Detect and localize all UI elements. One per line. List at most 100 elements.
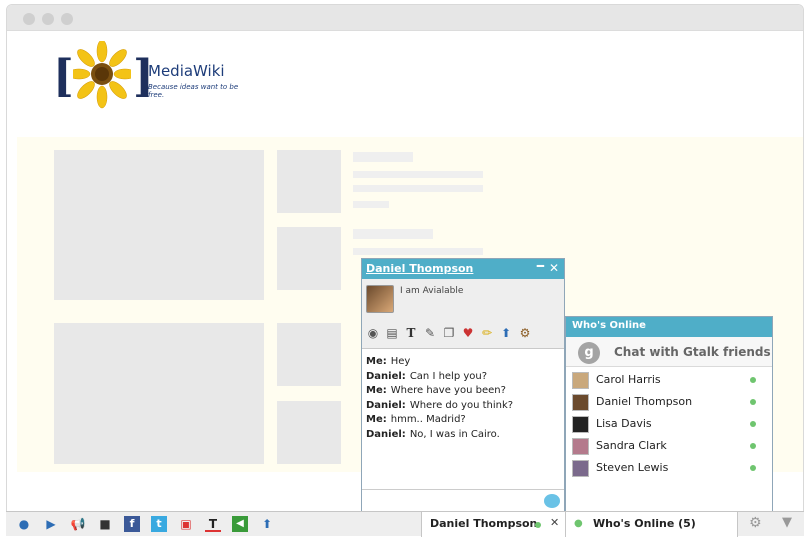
message-sender: Me: <box>366 356 387 367</box>
message-text: Can I help you? <box>409 370 488 382</box>
message-sender: Daniel: <box>366 399 406 411</box>
user-online-icon: ● <box>574 518 583 529</box>
media-icon[interactable]: ▶ <box>43 516 59 532</box>
friend-name: Sandra Clark <box>596 439 667 452</box>
chat-message: Daniel: No, I was in Cairo. <box>366 428 560 443</box>
whos-online-header[interactable]: Who's Online <box>566 317 772 337</box>
avatar <box>572 416 589 433</box>
chat-header[interactable]: Daniel Thompson ━ ✕ <box>362 259 564 279</box>
chat-tab-label: Daniel Thompson <box>430 517 538 530</box>
sunflower-icon <box>73 41 131 109</box>
chat-messages: Me: Hey Daniel: Can I help you? Me: Where h… <box>362 349 564 448</box>
message-text: Hey <box>390 356 411 367</box>
message-text: Where do you think? <box>409 399 514 411</box>
send-bubble-icon[interactable] <box>544 494 560 508</box>
placeholder-line <box>353 248 483 255</box>
globe-icon[interactable]: ● <box>16 516 32 532</box>
minimize-icon[interactable]: ━ <box>537 259 544 273</box>
chat-tab[interactable]: Daniel Thompson ✕ <box>421 512 566 537</box>
space-invader-icon[interactable]: ■ <box>97 516 113 532</box>
chat-message: Daniel: Where do you think? <box>366 399 560 414</box>
bottom-bar: ● ▶ 📢 ■ f t ▣ T ◀ ⬆ Daniel Thompson ✕ ● … <box>6 511 804 537</box>
logo-bracket-left: [ <box>53 51 74 102</box>
window-zoom-dot[interactable] <box>61 13 73 25</box>
chat-status-message: I am Avialable <box>400 286 464 296</box>
whos-online-panel: Who's Online g Chat with Gtalk friends C… <box>565 316 773 512</box>
share-icon[interactable]: ◀ <box>232 516 248 532</box>
avatar <box>572 438 589 455</box>
window-titlebar <box>7 5 803 31</box>
google-icon: g <box>578 342 600 364</box>
placeholder-block <box>54 150 264 300</box>
chat-toolbar: ◉ ▤ T ✎ ❐ ♥ ✏ ⬆ ⚙ <box>365 325 533 343</box>
friend-item[interactable]: Daniel Thompson <box>566 391 772 413</box>
friend-item[interactable]: Carol Harris <box>566 369 772 391</box>
chat-contact-name[interactable]: Daniel Thompson <box>366 262 473 275</box>
close-icon[interactable]: ✕ <box>549 261 559 275</box>
window-close-dot[interactable] <box>23 13 35 25</box>
broom-icon[interactable]: ⚙ <box>517 325 533 341</box>
placeholder-block <box>277 401 341 464</box>
friend-list: Carol Harris Daniel Thompson Lisa Davis … <box>566 367 772 479</box>
placeholder-line <box>353 171 483 178</box>
placeholder-block <box>277 323 341 386</box>
arrow-up-icon[interactable]: ⬆ <box>259 516 275 532</box>
gtalk-row[interactable]: g Chat with Gtalk friends <box>566 337 772 367</box>
message-sender: Daniel: <box>366 370 406 382</box>
upload-icon[interactable]: ⬆ <box>498 325 514 341</box>
placeholder-line <box>353 229 433 239</box>
friend-name: Carol Harris <box>596 373 661 386</box>
close-icon[interactable]: ✕ <box>550 516 559 529</box>
files-icon[interactable]: ❐ <box>441 325 457 341</box>
chat-window: Daniel Thompson ━ ✕ I am Avialable ◉ ▤ T… <box>361 258 565 512</box>
cards-icon[interactable]: ♥ <box>460 325 476 341</box>
news-icon[interactable]: ▣ <box>178 516 194 532</box>
whos-online-tab[interactable]: ● Who's Online (5) <box>566 512 738 537</box>
twitter-icon[interactable]: t <box>151 516 167 532</box>
online-status-icon <box>750 399 756 405</box>
megaphone-icon[interactable]: 📢 <box>70 516 86 532</box>
gear-icon[interactable]: ⚙ <box>749 515 762 531</box>
chat-message-input[interactable] <box>362 489 564 511</box>
logo-name: MediaWiki <box>148 62 225 80</box>
screen-share-icon[interactable]: ▤ <box>384 325 400 341</box>
online-status-icon <box>750 443 756 449</box>
message-sender: Daniel: <box>366 428 406 440</box>
placeholder-line <box>353 185 483 192</box>
whos-online-tab-label: Who's Online (5) <box>593 517 696 530</box>
text-tool-icon[interactable]: T <box>205 516 221 532</box>
emoticon-icon[interactable]: ◉ <box>365 325 381 341</box>
chat-profile: I am Avialable ◉ ▤ T ✎ ❐ ♥ ✏ ⬆ ⚙ <box>362 279 564 349</box>
chat-message: Me: hmm.. Madrid? <box>366 413 560 428</box>
placeholder-line <box>353 201 389 208</box>
mediawiki-logo[interactable]: [ ] MediaWiki Because ideas want to be f… <box>53 41 253 111</box>
message-sender: Me: <box>366 414 387 425</box>
avatar <box>572 460 589 477</box>
online-status-icon <box>750 421 756 427</box>
online-status-icon <box>535 522 541 528</box>
chat-message: Daniel: Can I help you? <box>366 370 560 385</box>
placeholder-line <box>353 152 413 162</box>
chat-message: Me: Hey <box>366 355 560 370</box>
friend-item[interactable]: Sandra Clark <box>566 435 772 457</box>
whiteboard-icon[interactable]: ✎ <box>422 325 438 341</box>
friend-name: Steven Lewis <box>596 461 669 474</box>
message-text: Where have you been? <box>390 385 506 396</box>
chat-message: Me: Where have you been? <box>366 384 560 399</box>
message-text: No, I was in Cairo. <box>409 428 500 440</box>
bottom-bar-icons: ● ▶ 📢 ■ f t ▣ T ◀ ⬆ <box>16 516 275 532</box>
text-format-icon[interactable]: T <box>403 325 419 341</box>
friend-name: Daniel Thompson <box>596 395 693 408</box>
friend-item[interactable]: Lisa Davis <box>566 413 772 435</box>
placeholder-block <box>277 227 341 290</box>
friend-item[interactable]: Steven Lewis <box>566 457 772 479</box>
facebook-icon[interactable]: f <box>124 516 140 532</box>
avatar[interactable] <box>366 285 394 313</box>
pencil-icon[interactable]: ✏ <box>479 325 495 341</box>
chevron-down-icon[interactable]: ▼ <box>782 515 792 530</box>
friend-name: Lisa Davis <box>596 417 652 430</box>
placeholder-block <box>54 323 264 464</box>
online-status-icon <box>750 377 756 383</box>
window-minimize-dot[interactable] <box>42 13 54 25</box>
message-sender: Me: <box>366 385 387 396</box>
